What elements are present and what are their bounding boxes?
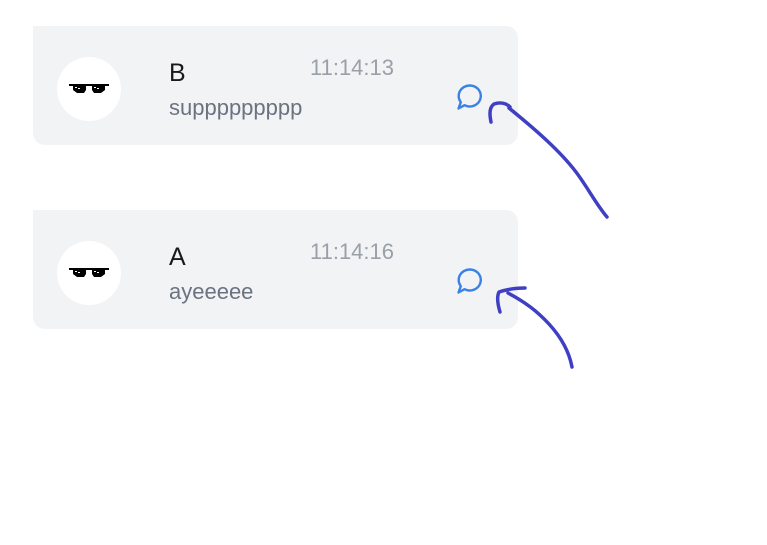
- chat-bubble-icon[interactable]: [455, 82, 485, 112]
- sender-name: A: [169, 243, 186, 271]
- message-timestamp: 11:14:13: [310, 55, 395, 80]
- message-text: ayeeeee: [169, 279, 254, 304]
- avatar: [57, 241, 121, 305]
- message-card: B 11:14:13 suppppppppp: [33, 26, 518, 145]
- message-timestamp: 11:14:16: [310, 239, 395, 264]
- sunglasses-icon: [69, 268, 109, 277]
- annotation-arrow: [507, 106, 609, 219]
- chat-bubble-icon[interactable]: [455, 266, 485, 296]
- sender-name: B: [169, 59, 186, 87]
- message-text: suppppppppp: [169, 95, 303, 120]
- avatar: [57, 57, 121, 121]
- message-card: A 11:14:16 ayeeeee: [33, 210, 518, 329]
- sunglasses-icon: [69, 84, 109, 93]
